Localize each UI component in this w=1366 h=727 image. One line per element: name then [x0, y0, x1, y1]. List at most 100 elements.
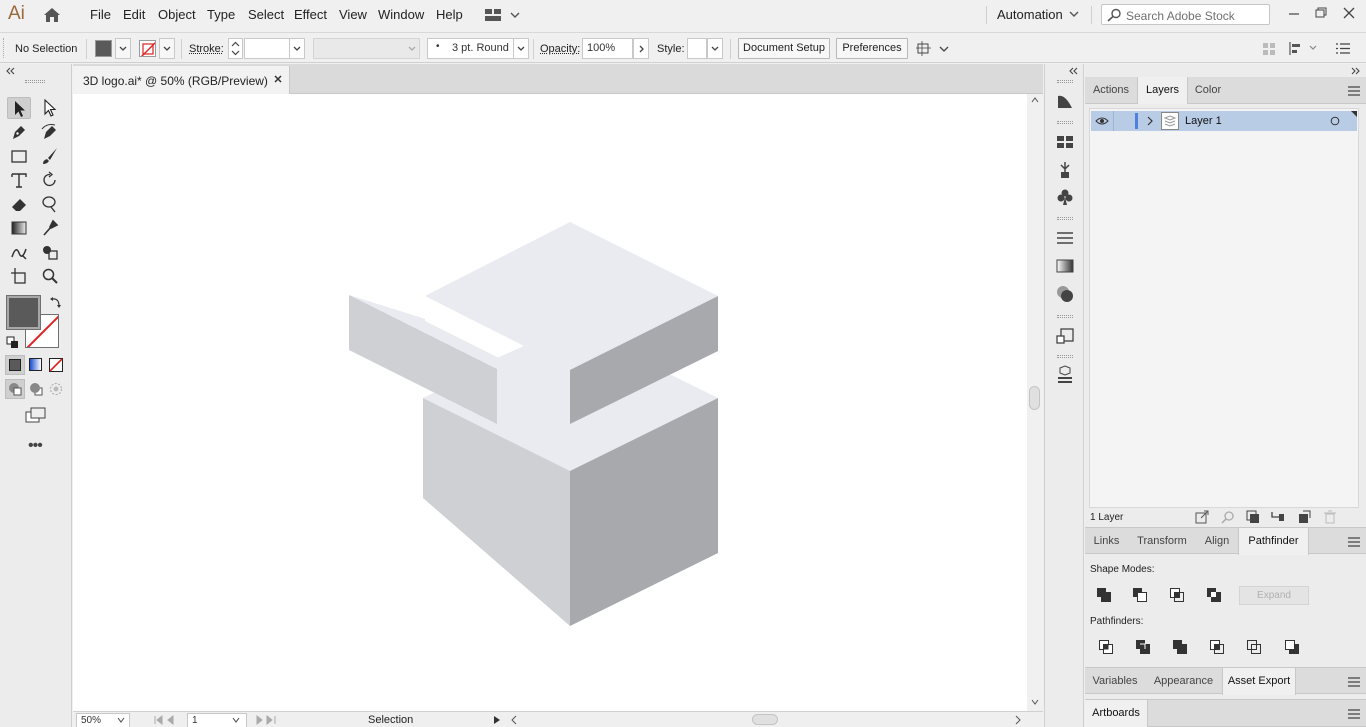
swap-fill-stroke-icon[interactable]: [49, 295, 63, 309]
direct-selection-tool[interactable]: [38, 97, 62, 119]
panel-grip[interactable]: [1057, 355, 1073, 358]
vertical-scroll-thumb[interactable]: [1029, 386, 1040, 410]
minus-front-icon[interactable]: [1132, 587, 1148, 603]
panel-grip[interactable]: [1057, 315, 1073, 318]
artboard-canvas[interactable]: [73, 94, 1027, 711]
stock-search-input[interactable]: Search Adobe Stock: [1101, 4, 1270, 25]
menu-edit[interactable]: Edit: [123, 7, 145, 22]
tab-align[interactable]: Align: [1196, 528, 1238, 555]
menu-help[interactable]: Help: [436, 7, 463, 22]
rectangle-tool[interactable]: [7, 145, 31, 167]
layer-name[interactable]: Layer 1: [1185, 115, 1222, 127]
eyedropper-tool[interactable]: [38, 217, 62, 239]
panel-menu-icon[interactable]: [1348, 537, 1360, 547]
intersect-icon[interactable]: [1169, 587, 1185, 603]
blend-tool[interactable]: [7, 241, 31, 263]
divide-icon[interactable]: [1098, 639, 1114, 655]
tab-pathfinder[interactable]: Pathfinder: [1238, 528, 1309, 555]
tab-links[interactable]: Links: [1085, 528, 1128, 555]
trim-icon[interactable]: [1135, 639, 1151, 655]
menu-select[interactable]: Select: [248, 7, 284, 22]
artboards-panel-icon[interactable]: [1055, 326, 1075, 346]
export-icon[interactable]: [1195, 510, 1209, 524]
unite-icon[interactable]: [1096, 587, 1112, 603]
chevron-right-icon[interactable]: [1147, 116, 1153, 126]
puppet-warp-tool[interactable]: [38, 193, 62, 215]
stroke-swatch[interactable]: [139, 40, 156, 57]
opacity-label[interactable]: Opacity:: [540, 43, 580, 55]
libraries-icon[interactable]: [1055, 91, 1075, 111]
style-dropdown[interactable]: [707, 38, 723, 59]
new-layer-icon[interactable]: [1297, 510, 1311, 524]
chevron-down-icon[interactable]: [117, 717, 125, 723]
brush-dropdown[interactable]: [513, 38, 529, 59]
draw-inside-button[interactable]: [47, 380, 65, 398]
tab-actions[interactable]: Actions: [1085, 77, 1137, 104]
screen-mode-icon[interactable]: [25, 407, 47, 424]
opacity-field[interactable]: 100%: [582, 38, 633, 59]
stroke-dropdown[interactable]: [159, 38, 175, 59]
menu-view[interactable]: View: [339, 7, 367, 22]
outline-icon[interactable]: [1246, 639, 1262, 655]
tab-asset-export[interactable]: Asset Export: [1222, 668, 1296, 695]
draw-behind-button[interactable]: [27, 380, 45, 398]
chevron-down-icon[interactable]: [232, 717, 240, 723]
default-colors-icon[interactable]: [6, 336, 19, 349]
curvature-tool[interactable]: [38, 121, 62, 143]
opacity-slider-button[interactable]: [633, 38, 649, 59]
zoom-tool[interactable]: [38, 265, 62, 287]
graphic-style-swatch[interactable]: [687, 38, 707, 59]
scroll-up-icon[interactable]: [1031, 97, 1039, 103]
close-window-icon[interactable]: [1338, 2, 1360, 24]
layer-row[interactable]: Layer 1: [1091, 111, 1357, 131]
3d-materials-icon[interactable]: [1055, 365, 1075, 385]
panel-grip[interactable]: [1057, 217, 1073, 220]
stroke-weight-dropdown[interactable]: [289, 38, 305, 59]
scroll-down-icon[interactable]: [1031, 699, 1039, 705]
first-artboard-icon[interactable]: [153, 715, 183, 725]
none-mode-button[interactable]: [47, 356, 65, 374]
type-tool[interactable]: [7, 169, 31, 191]
stroke-label[interactable]: Stroke:: [189, 43, 224, 55]
merge-icon[interactable]: [1172, 639, 1188, 655]
brush-definition-dropdown[interactable]: • 3 pt. Round: [427, 38, 514, 59]
symbols-icon[interactable]: [1055, 187, 1075, 207]
chevron-down-icon[interactable]: [1069, 9, 1079, 19]
collapse-panels-icon[interactable]: [1351, 67, 1361, 75]
fill-color-box[interactable]: [6, 295, 41, 330]
paintbrush-tool[interactable]: [38, 145, 62, 167]
swatches-icon[interactable]: [1055, 132, 1075, 152]
tab-appearance[interactable]: Appearance: [1145, 668, 1222, 695]
status-menu-icon[interactable]: [493, 715, 501, 725]
tab-variables[interactable]: Variables: [1085, 668, 1145, 695]
color-mode-button[interactable]: [5, 355, 25, 375]
target-circle-icon[interactable]: [1330, 116, 1340, 126]
stroke-weight-stepper[interactable]: [228, 38, 243, 59]
panel-menu-icon[interactable]: [1348, 86, 1360, 96]
tab-layers[interactable]: Layers: [1137, 77, 1188, 104]
gradient-tool[interactable]: [7, 217, 31, 239]
arrange-documents-icon[interactable]: [916, 40, 950, 58]
minus-back-icon[interactable]: [1284, 639, 1300, 655]
tab-color[interactable]: Color: [1188, 77, 1228, 104]
control-bar-grip[interactable]: [3, 38, 6, 58]
draw-normal-button[interactable]: [5, 379, 25, 399]
menu-type[interactable]: Type: [207, 7, 235, 22]
create-sublayer-icon[interactable]: [1271, 510, 1285, 524]
scroll-left-icon[interactable]: [511, 715, 517, 725]
shape-builder-tool[interactable]: [38, 241, 62, 263]
tab-transform[interactable]: Transform: [1128, 528, 1196, 555]
document-setup-button[interactable]: Document Setup: [738, 38, 830, 59]
menu-object[interactable]: Object: [158, 7, 196, 22]
expand-panels-icon[interactable]: [1068, 67, 1078, 75]
locate-object-icon[interactable]: [1221, 510, 1235, 524]
artboard-tool[interactable]: [7, 265, 31, 287]
stroke-panel-icon[interactable]: [1055, 228, 1075, 248]
crop-icon[interactable]: [1209, 639, 1225, 655]
tab-artboards[interactable]: Artboards: [1085, 700, 1148, 727]
fill-swatch[interactable]: [95, 40, 112, 57]
document-tab[interactable]: 3D logo.ai* @ 50% (RGB/Preview): [73, 66, 290, 94]
menu-window[interactable]: Window: [378, 7, 424, 22]
eye-visibility-icon[interactable]: [1095, 116, 1109, 126]
menu-effect[interactable]: Effect: [294, 7, 327, 22]
